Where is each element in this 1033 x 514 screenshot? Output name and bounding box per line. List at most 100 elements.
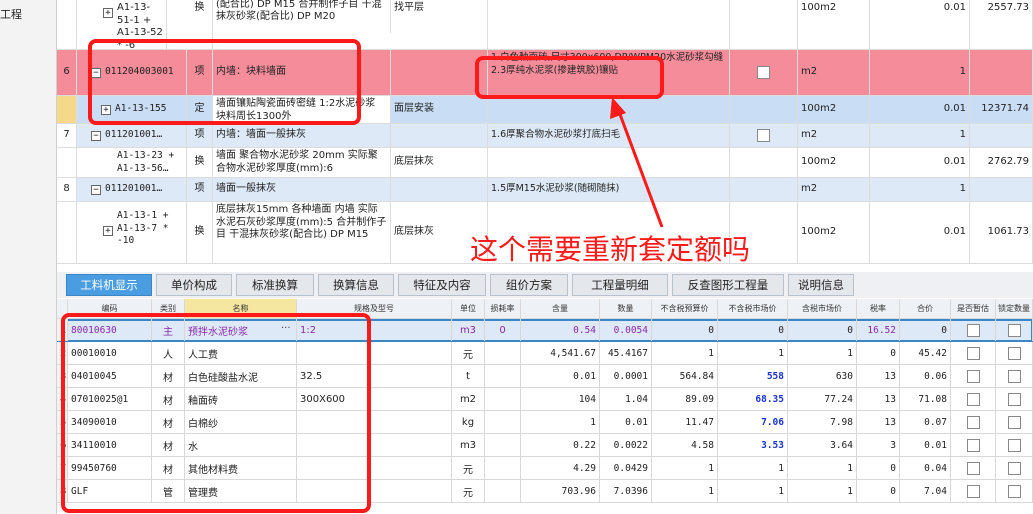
row-code[interactable]: + A1-13-1 + A1-13-7 * -10 [77,202,187,263]
header-tax-rate[interactable]: 税率 [857,299,900,318]
estimate-checkbox[interactable] [966,461,980,475]
row-feature[interactable] [488,0,730,49]
lock-quantity-checkbox[interactable] [1007,392,1021,406]
cell-tax-rate[interactable]: 13 [857,365,900,387]
lock-quantity-checkbox[interactable] [1007,346,1021,360]
estimate-checkbox[interactable] [966,415,980,429]
row-quantity[interactable]: 0.01 [870,96,970,123]
header-loss-rate[interactable]: 损耗率 [485,299,521,318]
cell-tax-market-price[interactable]: 7.98 [788,411,857,433]
cell-unit[interactable]: t [452,365,485,387]
cell-content[interactable]: 1 [521,411,600,433]
cell-market-price[interactable]: 558 [718,365,788,387]
header-tax-market-price[interactable]: 含税市场价 [788,299,857,318]
cell-loss-rate[interactable] [485,434,521,456]
cell-tax-rate[interactable]: 0 [857,342,900,364]
cell-content[interactable]: 0.54 [521,319,600,341]
cell-quantity[interactable]: 0.01 [600,411,652,433]
cell-tax-market-price[interactable]: 1 [788,480,857,502]
header-quantity[interactable]: 数量 [600,299,652,318]
cell-tax-market-price[interactable]: 630 [788,365,857,387]
row-code[interactable]: A1-13-23 + A1-13-56… [77,148,187,177]
tab-description[interactable]: 说明信息 [788,274,854,296]
cell-content[interactable]: 4.29 [521,457,600,479]
cell-budget-price[interactable]: 1 [652,457,718,479]
expand-icon[interactable]: + [103,226,113,236]
cell-tax-market-price[interactable]: 77.24 [788,388,857,410]
cell-unit[interactable]: m2 [452,388,485,410]
row-quantity[interactable]: 1 [870,178,970,201]
estimate-checkbox[interactable] [966,392,980,406]
header-total[interactable]: 合价 [900,299,951,318]
cell-tax-rate[interactable]: 13 [857,388,900,410]
row-code[interactable]: − 011201001… [77,178,187,201]
expand-icon[interactable]: + [103,8,113,18]
cell-quantity[interactable]: 45.4167 [600,342,652,364]
cell-unit[interactable]: 元 [452,457,485,479]
cell-budget-price[interactable]: 89.09 [652,388,718,410]
table-row[interactable]: A1-13-23 + A1-13-56… 换 墙面 聚合物水泥砂浆 20mm 实… [57,148,1033,178]
estimate-checkbox[interactable] [966,438,980,452]
collapse-icon[interactable]: − [91,184,101,195]
cell-budget-price[interactable]: 1 [652,342,718,364]
row-checkbox[interactable] [757,129,770,142]
cell-loss-rate[interactable] [485,480,521,502]
cell-tax-market-price[interactable]: 1 [788,342,857,364]
tab-features-content[interactable]: 特征及内容 [398,274,486,296]
row-code[interactable]: − 011201001… [77,124,187,147]
estimate-checkbox[interactable] [966,484,980,498]
cell-quantity[interactable]: 0.0001 [600,365,652,387]
cell-market-price[interactable]: 1 [718,342,788,364]
cell-budget-price[interactable]: 564.84 [652,365,718,387]
cell-loss-rate[interactable] [485,411,521,433]
cell-quantity[interactable]: 0.0429 [600,457,652,479]
cell-total[interactable]: 71.08 [900,388,951,410]
row-position[interactable]: 面层安装 [391,96,488,123]
lock-quantity-checkbox[interactable] [1007,323,1021,337]
cell-tax-rate[interactable]: 0 [857,457,900,479]
cell-total[interactable]: 0.01 [900,434,951,456]
cell-market-price[interactable]: 68.35 [718,388,788,410]
row-position[interactable] [391,50,488,95]
lock-quantity-checkbox[interactable] [1007,369,1021,383]
cell-market-price[interactable]: 1 [718,480,788,502]
table-row[interactable]: 8 − 011201001… 项 墙面一般抹灰 1.5厚M15水泥砂浆(随砌随抹… [57,178,1033,202]
collapse-icon[interactable]: − [91,130,101,141]
tab-standard-conversion[interactable]: 标准换算 [236,274,314,296]
cell-total[interactable]: 0.06 [900,365,951,387]
cell-content[interactable]: 0.22 [521,434,600,456]
cell-tax-rate[interactable]: 3 [857,434,900,456]
cell-tax-rate[interactable]: 16.52 [857,319,900,341]
cell-market-price[interactable]: 7.06 [718,411,788,433]
cell-quantity[interactable]: 7.0396 [600,480,652,502]
estimate-checkbox[interactable] [966,369,980,383]
cell-content[interactable]: 104 [521,388,600,410]
row-position[interactable] [391,124,488,147]
cell-tax-rate[interactable]: 0 [857,480,900,502]
cell-total[interactable]: 0.04 [900,457,951,479]
cell-total[interactable]: 0.07 [900,411,951,433]
row-position[interactable] [391,178,488,201]
cell-unit[interactable]: m3 [452,319,485,341]
cell-content[interactable]: 0.01 [521,365,600,387]
header-is-estimate[interactable]: 是否暂估 [951,299,996,318]
cell-tax-market-price[interactable]: 1 [788,457,857,479]
tab-pricing-scheme[interactable]: 组价方案 [490,274,568,296]
cell-total[interactable]: 7.04 [900,480,951,502]
header-market-price[interactable]: 不含税市场价 [718,299,788,318]
lock-quantity-checkbox[interactable] [1007,415,1021,429]
cell-market-price[interactable]: 1 [718,457,788,479]
cell-total[interactable]: 0 [900,319,951,341]
cell-loss-rate[interactable] [485,457,521,479]
cell-loss-rate[interactable]: 0 [485,319,521,341]
row-quantity[interactable]: 0.01 [870,0,970,49]
lock-quantity-checkbox[interactable] [1007,438,1021,452]
tab-reverse-graphic-quantity[interactable]: 反查图形工程量 [672,274,784,296]
cell-market-price[interactable]: 3.53 [718,434,788,456]
header-lock-quantity[interactable]: 锁定数量 [996,299,1033,318]
row-name[interactable]: 内墙：墙面一般抹灰 [213,124,391,147]
cell-quantity[interactable]: 0.0054 [600,319,652,341]
cell-quantity[interactable]: 1.04 [600,388,652,410]
header-content[interactable]: 含量 [521,299,600,318]
row-quantity[interactable]: 0.01 [870,148,970,177]
